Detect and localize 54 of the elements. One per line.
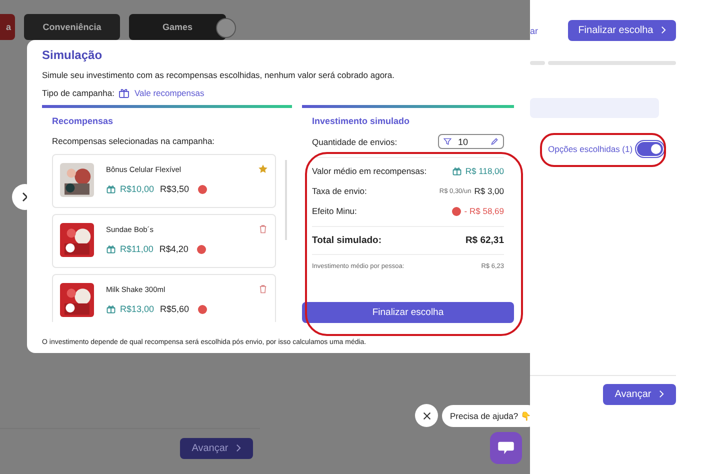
pencil-icon <box>490 137 499 146</box>
category-tile[interactable]: Conveniência <box>24 14 120 40</box>
toggle-label: Opções escolhidas (1) <box>548 144 633 154</box>
badge-icon <box>452 206 462 216</box>
chevron-right-icon <box>22 192 28 202</box>
trash-icon[interactable] <box>258 224 268 234</box>
trash-icon[interactable] <box>258 284 268 294</box>
dialog-title: Simulação <box>42 48 104 62</box>
gift-icon <box>106 304 116 314</box>
chevron-right-icon <box>236 444 241 452</box>
finish-button[interactable]: Finalizar escolha <box>568 20 676 41</box>
category-tile[interactable]: Games <box>129 14 226 40</box>
campaign-type: Vale recompensas <box>134 88 204 98</box>
reward-cost: R$4,20 <box>159 244 188 254</box>
gift-icon <box>118 87 130 99</box>
reward-value: R$13,00 <box>120 304 154 314</box>
campaign-type-label: Tipo de campanha: <box>42 88 114 98</box>
dialog-subtitle: Simule seu investimento com as recompensas escolhidas, nenhum valor será cobrado agora. <box>42 70 396 80</box>
reward-cost: R$3,50 <box>160 184 190 194</box>
row-label: Taxa de envio: <box>312 186 367 196</box>
chevron-right-icon <box>661 26 666 34</box>
star-icon[interactable] <box>258 164 268 174</box>
badge-icon <box>198 184 208 194</box>
reward-value: R$10,00 <box>120 184 154 194</box>
total-value: R$ 62,31 <box>465 235 504 246</box>
chevron-right-icon <box>659 390 664 398</box>
chat-button[interactable] <box>490 432 522 464</box>
advance-button[interactable]: Avançar <box>602 384 676 405</box>
panel-title: Recompensas <box>52 116 114 126</box>
row-value: R$ 3,00 <box>474 186 504 196</box>
row-value: R$ 118,00 <box>465 166 504 176</box>
toggle-switch[interactable] <box>634 140 665 158</box>
chat-icon <box>497 441 515 455</box>
badge-icon <box>197 244 206 254</box>
gift-icon <box>106 244 116 254</box>
gift-icon <box>452 166 462 176</box>
reward-cost: R$5,60 <box>160 304 190 314</box>
row-label: Efeito Minu: <box>312 206 357 216</box>
close-icon <box>422 412 430 420</box>
panel-caption: Recompensas selecionadas na campanha: <box>52 136 216 146</box>
category-tile[interactable]: a <box>0 14 15 40</box>
quantity-label: Quantidade de envios: <box>312 136 398 146</box>
link[interactable]: ar <box>530 26 538 36</box>
row-value: - R$ 58,69 <box>464 206 504 216</box>
advance-button[interactable]: Avançar <box>180 438 253 459</box>
gift-icon <box>106 184 116 194</box>
reward-value: R$11,00 <box>120 244 154 254</box>
quantity-field[interactable]: 10 <box>438 134 504 149</box>
panel-title: Investimento simulado <box>312 116 411 126</box>
total-label: Total simulado: <box>312 235 382 246</box>
row-label: Valor médio em recompensas: <box>312 166 427 176</box>
badge-icon <box>198 304 208 314</box>
finish-button[interactable]: Finalizar escolha <box>302 302 514 323</box>
filter-icon <box>443 137 452 146</box>
